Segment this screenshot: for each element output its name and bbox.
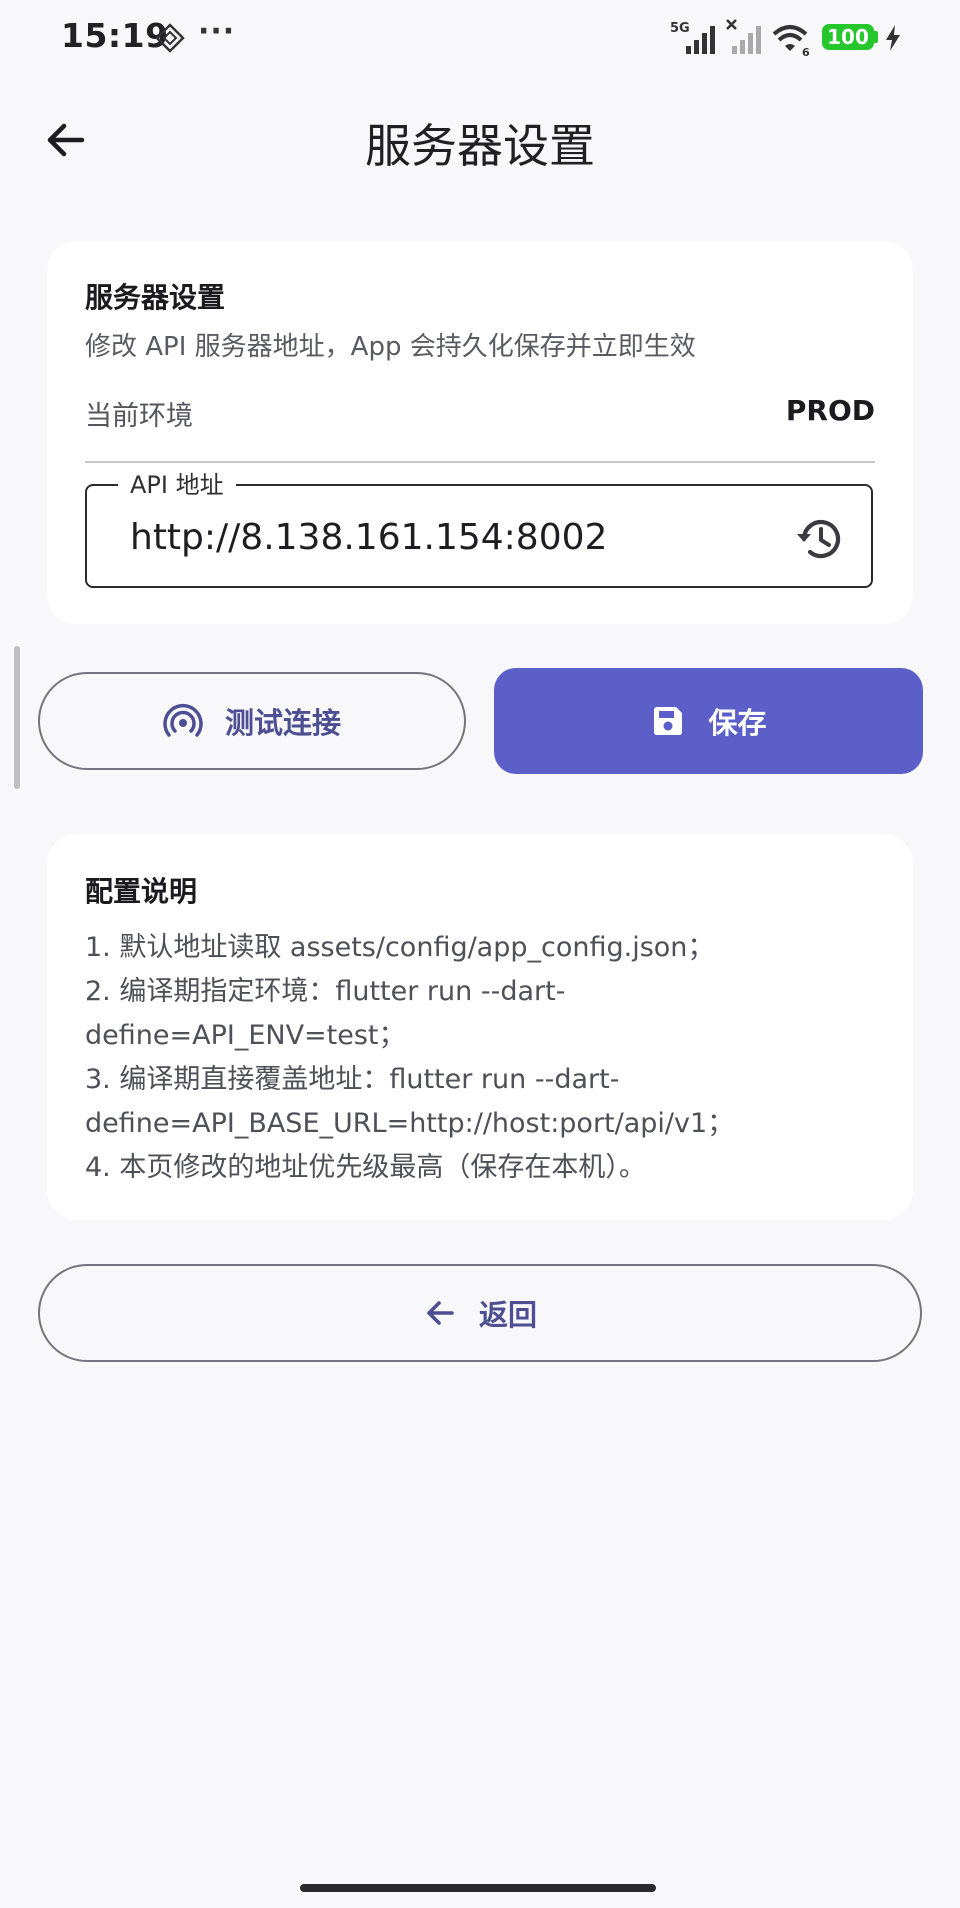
battery-icon: 100 <box>822 24 874 50</box>
api-address-input[interactable] <box>130 512 770 562</box>
card-title: 服务器设置 <box>85 281 226 314</box>
home-indicator[interactable] <box>300 1884 656 1892</box>
environment-value: PROD <box>785 394 875 427</box>
return-button[interactable]: 返回 <box>38 1264 922 1362</box>
environment-label: 当前环境 <box>85 401 193 432</box>
wifi-icon: 6 <box>772 25 810 58</box>
test-connection-button[interactable]: 测试连接 <box>38 672 466 770</box>
page-title: 服务器设置 <box>365 119 595 173</box>
info-line: define=API_ENV=test； <box>85 1020 406 1051</box>
api-address-label: API 地址 <box>118 470 236 500</box>
info-line: 3. 编译期直接覆盖地址：flutter run --dart- <box>85 1064 620 1095</box>
info-line: 4. 本页修改的地址优先级最高（保存在本机）。 <box>85 1152 646 1183</box>
charging-icon <box>886 25 900 51</box>
svg-text:6: 6 <box>802 46 810 58</box>
card-subtitle: 修改 API 服务器地址，App 会持久化保存并立即生效 <box>85 332 696 362</box>
signal-icon <box>686 26 715 54</box>
no-signal-icon <box>726 19 761 54</box>
info-line: 1. 默认地址读取 assets/config/app_config.json； <box>85 932 715 963</box>
signal-waves-icon <box>163 704 203 737</box>
save-icon <box>654 707 683 735</box>
info-line: define=API_BASE_URL=http://host:port/api… <box>85 1108 735 1139</box>
save-button[interactable]: 保存 <box>494 668 923 774</box>
status-time: 15:19 <box>61 16 169 55</box>
history-icon[interactable] <box>794 513 846 565</box>
info-title: 配置说明 <box>85 875 198 908</box>
more-dots: ··· <box>198 14 236 49</box>
save-label: 保存 <box>708 706 767 740</box>
test-connection-label: 测试连接 <box>224 706 341 740</box>
sim-diamond-icon <box>155 23 185 53</box>
scrollbar[interactable] <box>14 646 20 789</box>
info-lines: 1. 默认地址读取 assets/config/app_config.json；… <box>85 926 885 1190</box>
info-line: 2. 编译期指定环境：flutter run --dart- <box>85 976 566 1007</box>
network-label: 5G <box>670 21 690 36</box>
divider <box>85 461 875 463</box>
return-label: 返回 <box>478 1298 537 1332</box>
arrow-left-icon <box>427 1301 454 1325</box>
battery-nub <box>874 31 878 43</box>
